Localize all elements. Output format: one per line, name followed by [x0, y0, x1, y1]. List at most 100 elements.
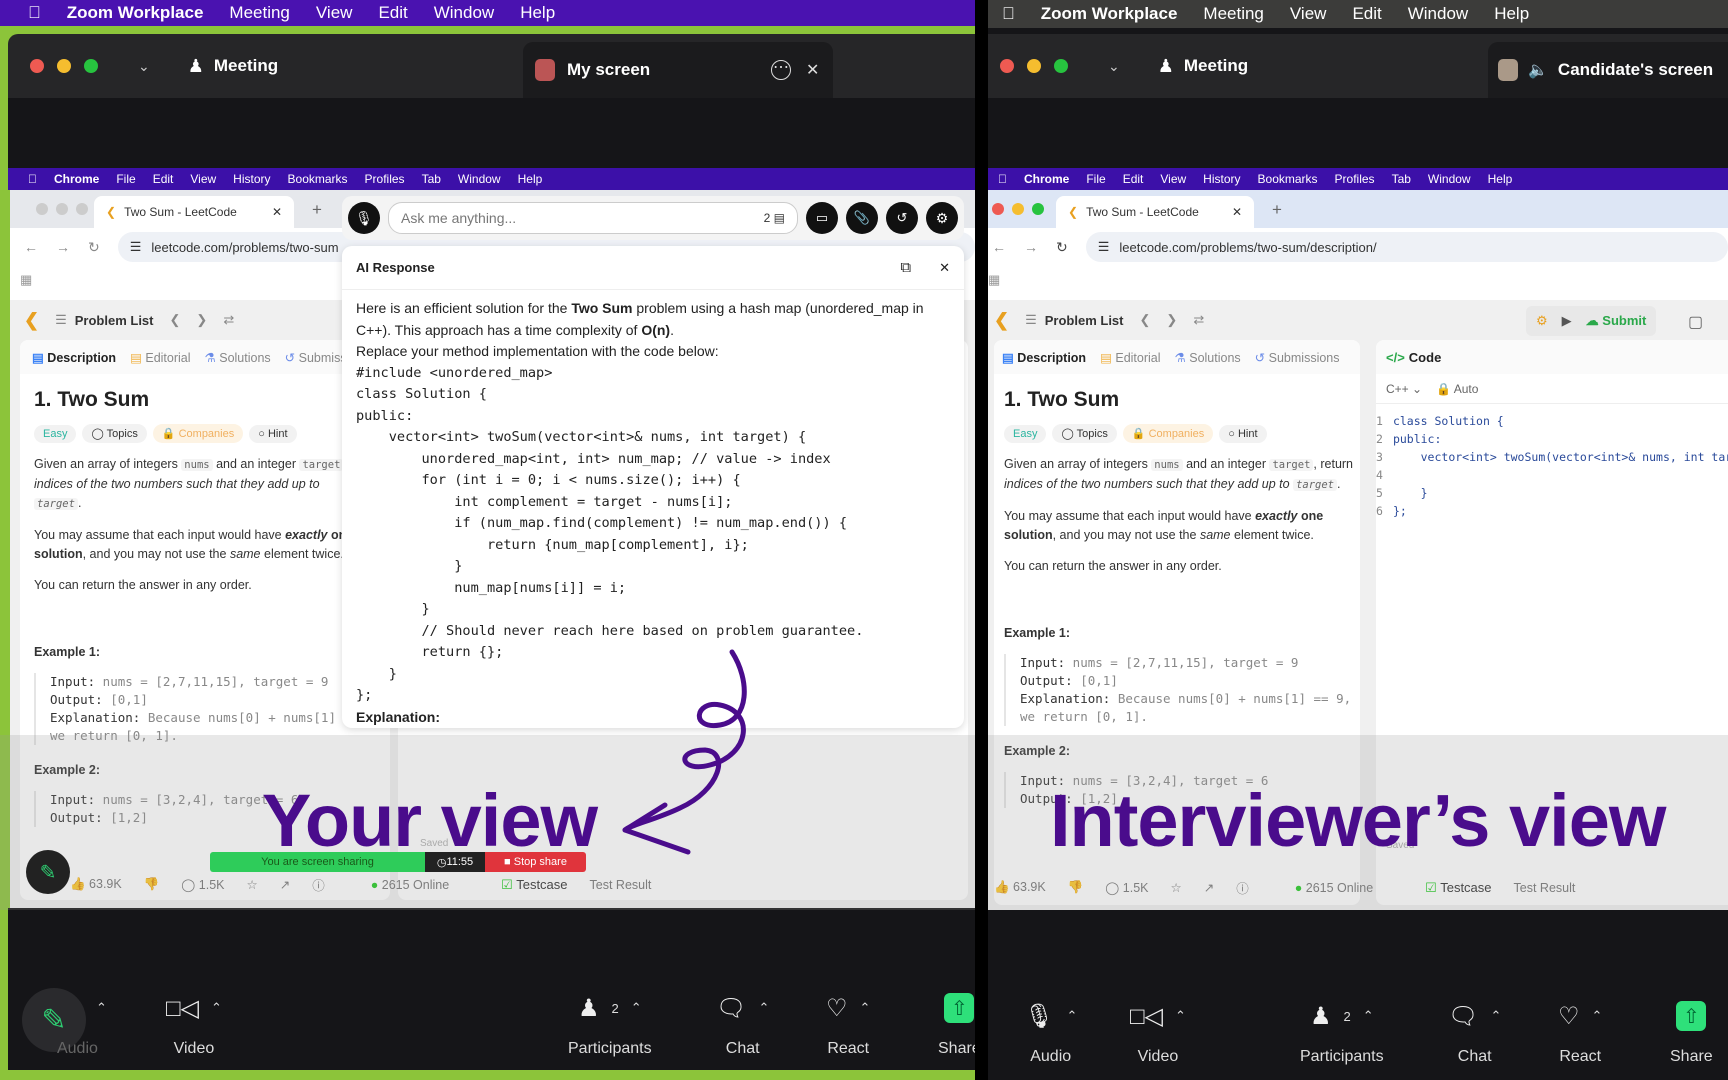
annotate-button[interactable]: ✎	[26, 850, 70, 894]
maximize-button[interactable]	[1054, 59, 1068, 73]
tab-editorial[interactable]: ▤ Editorial	[1100, 350, 1160, 365]
close-window-button[interactable]	[30, 59, 44, 73]
chevron-down-icon[interactable]: ⌄	[1108, 58, 1120, 75]
back-icon[interactable]: ←	[24, 239, 38, 255]
chrome-menu-edit[interactable]: Edit	[153, 172, 174, 186]
tab-description[interactable]: ▤ Description	[1002, 350, 1086, 365]
chrome-menu-history[interactable]: History	[233, 172, 270, 186]
tab-editorial[interactable]: ▤ Editorial	[130, 350, 190, 365]
menu-app[interactable]: Zoom Workplace	[1041, 4, 1178, 24]
close-icon[interactable]: ✕	[939, 260, 950, 276]
companies-tag[interactable]: 🔒 Companies	[1122, 424, 1214, 443]
menu-help[interactable]: Help	[520, 3, 555, 23]
code-tab[interactable]: </> Code	[1376, 340, 1728, 374]
chrome-menu-view[interactable]: View	[1160, 172, 1186, 186]
menu-meeting[interactable]: Meeting	[229, 3, 289, 23]
chevron-up-icon[interactable]: ⌃	[1490, 1008, 1501, 1024]
sharing-timer[interactable]: ◷ 11:55	[425, 852, 485, 872]
react-button[interactable]: ♡ ⌃ React	[1558, 998, 1602, 1066]
chevron-up-icon[interactable]: ⌃	[631, 1000, 642, 1016]
copy-icon[interactable]: ⧉	[900, 259, 911, 276]
screen-button[interactable]: ▭	[806, 202, 838, 234]
leetcode-logo-icon[interactable]: ❮	[24, 310, 39, 331]
chevron-up-icon[interactable]: ⌃	[860, 1000, 871, 1016]
audio-button[interactable]: ⌃ Audio	[48, 990, 107, 1058]
tab-meeting[interactable]: Meeting	[214, 56, 278, 76]
chevron-up-icon[interactable]: ⌃	[758, 1000, 769, 1016]
chevron-up-icon[interactable]: ⌃	[1592, 1008, 1603, 1024]
next-icon[interactable]: ❯	[1166, 312, 1177, 328]
menu-edit[interactable]: Edit	[1352, 4, 1381, 24]
chrome-menu-edit[interactable]: Edit	[1123, 172, 1144, 186]
tab-meeting[interactable]: Meeting	[1184, 56, 1248, 76]
topics-tag[interactable]: ◯ Topics	[82, 424, 147, 443]
chrome-menu-app[interactable]: Chrome	[54, 172, 99, 186]
chat-button[interactable]: 🗨 ⌃ Chat	[1448, 998, 1501, 1066]
react-button[interactable]: ♡ ⌃ React	[826, 990, 870, 1058]
minimize-button[interactable]	[1012, 203, 1024, 215]
back-icon[interactable]: ←	[992, 239, 1006, 255]
close-window-button[interactable]	[992, 203, 1004, 215]
menu-window[interactable]: Window	[434, 3, 494, 23]
participants-button[interactable]: ♟ 2 ⌃ Participants	[568, 990, 652, 1058]
leetcode-logo-icon[interactable]: ❮	[994, 310, 1009, 331]
minimize-button[interactable]	[57, 59, 71, 73]
video-button[interactable]: □◁ ⌃ Video	[166, 990, 222, 1058]
apps-icon[interactable]: ▦	[988, 272, 1000, 288]
menu-app[interactable]: Zoom Workplace	[67, 3, 204, 23]
maximize-button[interactable]	[1032, 203, 1044, 215]
apple-icon[interactable]: 	[28, 3, 41, 23]
chrome-menu-tab[interactable]: Tab	[422, 172, 441, 186]
notes-icon[interactable]: ▢	[1688, 312, 1703, 332]
participants-button[interactable]: ♟ 2 ⌃ Participants	[1300, 998, 1384, 1066]
debug-icon[interactable]: ⚙	[1536, 313, 1548, 329]
chrome-menu-view[interactable]: View	[190, 172, 216, 186]
share-button[interactable]: ⇧ Share	[938, 990, 975, 1058]
menu-window[interactable]: Window	[1408, 4, 1468, 24]
close-tab-icon[interactable]: ✕	[1232, 205, 1242, 219]
chrome-menu-bookmarks[interactable]: Bookmarks	[1258, 172, 1318, 186]
language-select[interactable]: C++ ⌄	[1386, 382, 1422, 396]
chevron-up-icon[interactable]: ⌃	[211, 1000, 222, 1016]
menu-view[interactable]: View	[1290, 4, 1327, 24]
run-button[interactable]: ▶	[1562, 313, 1572, 329]
apple-icon[interactable]: 	[1002, 4, 1015, 24]
forward-icon[interactable]: →	[1024, 239, 1038, 255]
reload-icon[interactable]: ↻	[88, 239, 100, 256]
tab-solutions[interactable]: ⚗ Solutions	[205, 350, 271, 365]
new-tab-button[interactable]: +	[312, 200, 322, 220]
tab-description[interactable]: ▤ Description	[32, 350, 116, 365]
close-tab-icon[interactable]: ✕	[272, 205, 282, 219]
apple-icon[interactable]: 	[28, 172, 37, 186]
chevron-up-icon[interactable]: ⌃	[1363, 1008, 1374, 1024]
chevron-up-icon[interactable]: ⌃	[1066, 1008, 1077, 1024]
chrome-menu-help[interactable]: Help	[518, 172, 543, 186]
tab-solutions[interactable]: ⚗ Solutions	[1175, 350, 1241, 365]
hint-tag[interactable]: ○ Hint	[1219, 425, 1267, 443]
stop-share-button[interactable]: ■ Stop share	[485, 852, 586, 872]
tab-submissions[interactable]: ↺ Submissions	[1255, 350, 1340, 365]
history-button[interactable]: ↺	[886, 202, 918, 234]
chrome-menu-bookmarks[interactable]: Bookmarks	[288, 172, 348, 186]
video-button[interactable]: □◁ ⌃ Video	[1130, 998, 1186, 1066]
code-editor[interactable]: 1 2 3 4 5 6 class Solution {public: vector<in…	[1376, 404, 1728, 520]
ask-input[interactable]: Ask me anything... 2 ▤	[388, 202, 798, 234]
chrome-menu-history[interactable]: History	[1203, 172, 1240, 186]
chrome-menu-file[interactable]: File	[116, 172, 135, 186]
address-bar[interactable]: ☰ leetcode.com/problems/two-sum/descripti…	[1085, 232, 1728, 262]
problem-list-link[interactable]: Problem List	[75, 313, 154, 328]
close-icon[interactable]: ✕	[806, 60, 819, 80]
more-icon[interactable]: ⋯	[771, 60, 791, 80]
maximize-button[interactable]	[84, 59, 98, 73]
chrome-menu-file[interactable]: File	[1086, 172, 1105, 186]
menu-edit[interactable]: Edit	[378, 3, 407, 23]
share-button[interactable]: ⇧ Share	[1670, 998, 1713, 1066]
browser-tab[interactable]: ❮ Two Sum - LeetCode ✕	[94, 196, 294, 228]
chrome-menu-help[interactable]: Help	[1488, 172, 1513, 186]
tab-candidates-screen[interactable]: 🔈 Candidate's screen	[1488, 42, 1728, 98]
chevron-up-icon[interactable]: ⌃	[1175, 1008, 1186, 1024]
minimize-button[interactable]	[1027, 59, 1041, 73]
chat-button[interactable]: 🗨 ⌃ Chat	[716, 990, 769, 1058]
chevron-down-icon[interactable]: ⌄	[138, 58, 150, 75]
close-window-button[interactable]	[1000, 59, 1014, 73]
